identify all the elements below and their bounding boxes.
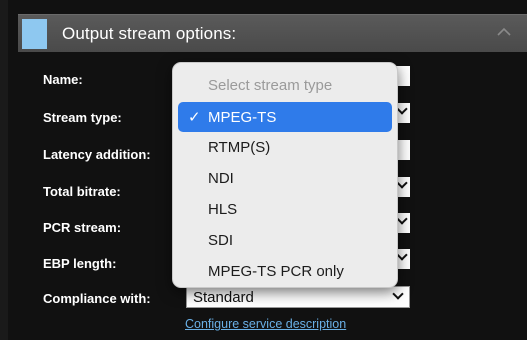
section-header[interactable]: Output stream options: <box>18 14 527 52</box>
section-title: Output stream options: <box>62 24 237 43</box>
dropdown-option-mpeg-ts-pcr-only[interactable]: MPEG-TS PCR only <box>178 257 392 287</box>
dropdown-option-label: MPEG-TS <box>208 109 277 126</box>
dropdown-placeholder: Select stream type <box>208 77 333 94</box>
pcr-stream-label: PCR stream: <box>43 220 122 235</box>
latency-addition-label: Latency addition: <box>43 147 151 162</box>
configure-service-description-link[interactable]: Configure service description <box>185 317 346 331</box>
compliance-select-value: Standard <box>193 289 254 306</box>
dropdown-option-mpeg-ts[interactable]: ✓ MPEG-TS <box>178 102 392 132</box>
name-label: Name: <box>43 72 83 87</box>
dropdown-option-ndi[interactable]: NDI <box>178 164 392 194</box>
chevron-up-icon[interactable] <box>495 23 513 41</box>
total-bitrate-label: Total bitrate: <box>43 184 121 199</box>
stream-type-label: Stream type: <box>43 110 122 125</box>
chevron-down-icon <box>392 288 404 300</box>
checkmark-icon: ✓ <box>188 109 201 126</box>
dropdown-option-sdi[interactable]: SDI <box>178 226 392 256</box>
header-accent-swatch <box>22 19 47 49</box>
compliance-select[interactable]: Standard <box>186 286 410 308</box>
ebp-length-label: EBP length: <box>43 256 117 271</box>
stream-type-dropdown: Select stream type ✓ MPEG-TS RTMP(S) NDI … <box>172 62 398 288</box>
compliance-with-label: Compliance with: <box>43 291 151 306</box>
dropdown-option-hls[interactable]: HLS <box>178 195 392 225</box>
dropdown-option-rtmps[interactable]: RTMP(S) <box>178 133 392 163</box>
